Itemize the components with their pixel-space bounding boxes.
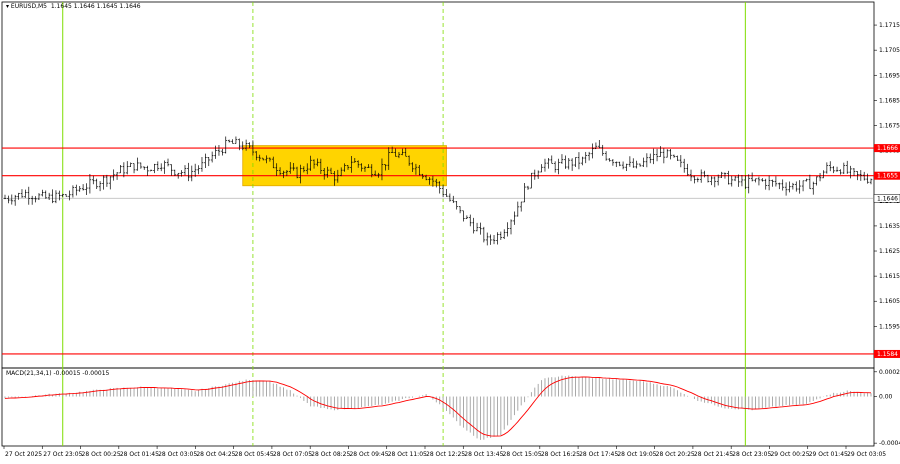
time-tick-label: 28 Oct 13:45 bbox=[464, 451, 503, 458]
macd-tick-label: 0.00026 bbox=[879, 369, 900, 376]
symbol-label: EURUSD,M5 bbox=[10, 3, 47, 10]
current-price-tag-label: 1.1646 bbox=[877, 195, 898, 202]
time-tick-label: 28 Oct 09:45 bbox=[349, 451, 388, 458]
chart-root: 1.17151.17051.16951.16851.16751.16651.16… bbox=[0, 0, 900, 460]
macd-tick-label: 0.00 bbox=[879, 394, 893, 401]
chart-svg: 1.17151.17051.16951.16851.16751.16651.16… bbox=[1, 1, 900, 458]
time-tick-label: 28 Oct 08:25 bbox=[311, 451, 350, 458]
time-tick-label: 28 Oct 21:45 bbox=[694, 451, 733, 458]
time-tick-label: 28 Oct 12:25 bbox=[426, 451, 465, 458]
macd-signal-line bbox=[4, 376, 872, 437]
level-tag-label-1: 1.1655 bbox=[877, 173, 898, 180]
macd-header: MACD(21,34,1) -0.00015 -0.00015 bbox=[6, 370, 109, 377]
macd-title: MACD(21,34,1) bbox=[6, 370, 52, 377]
price-tick-label: 1.1615 bbox=[879, 273, 900, 280]
time-tick-label: 28 Oct 01:45 bbox=[120, 451, 159, 458]
price-tick-label: 1.1705 bbox=[879, 47, 900, 54]
price-tick-label: 1.1695 bbox=[879, 72, 900, 79]
time-tick-label: 28 Oct 00:25 bbox=[82, 451, 121, 458]
macd-tick-label: -0.00049 bbox=[879, 440, 900, 447]
time-tick-label: 28 Oct 20:25 bbox=[656, 451, 695, 458]
time-tick-label: 29 Oct 03:05 bbox=[847, 451, 886, 458]
price-tick-label: 1.1675 bbox=[879, 122, 900, 129]
price-tick-label: 1.1635 bbox=[879, 223, 900, 230]
level-tag-label-0: 1.1666 bbox=[877, 145, 898, 152]
chart-header: ▾ EURUSD,M5 1.1645 1.1646 1.1645 1.1646 bbox=[6, 3, 141, 10]
ohlc-readout: 1.1645 1.1646 1.1645 1.1646 bbox=[50, 3, 141, 10]
level-tag-label-2: 1.1584 bbox=[877, 351, 898, 358]
time-tick-label: 28 Oct 03:05 bbox=[158, 451, 197, 458]
price-tick-label: 1.1595 bbox=[879, 323, 900, 330]
time-tick-label: 28 Oct 04:25 bbox=[196, 451, 235, 458]
price-tick-label: 1.1625 bbox=[879, 248, 900, 255]
price-tick-label: 1.1685 bbox=[879, 97, 900, 104]
time-tick-label: 28 Oct 19:05 bbox=[617, 451, 656, 458]
price-tick-label: 1.1605 bbox=[879, 298, 900, 305]
time-tick-label: 27 Oct 2025 bbox=[5, 451, 42, 458]
time-tick-label: 27 Oct 23:05 bbox=[43, 451, 82, 458]
time-tick-label: 28 Oct 15:05 bbox=[503, 451, 542, 458]
time-tick-label: 29 Oct 01:45 bbox=[809, 451, 848, 458]
time-tick-label: 28 Oct 23:05 bbox=[732, 451, 771, 458]
time-tick-label: 28 Oct 05:45 bbox=[235, 451, 274, 458]
time-tick-label: 28 Oct 07:05 bbox=[273, 451, 312, 458]
time-tick-label: 28 Oct 11:05 bbox=[388, 451, 427, 458]
time-tick-label: 28 Oct 16:25 bbox=[541, 451, 580, 458]
price-tick-label: 1.1715 bbox=[879, 22, 900, 29]
time-tick-label: 28 Oct 17:45 bbox=[579, 451, 618, 458]
macd-pane-frame bbox=[1, 367, 875, 447]
time-tick-label: 29 Oct 00:25 bbox=[770, 451, 809, 458]
macd-values: -0.00015 -0.00015 bbox=[53, 370, 110, 377]
